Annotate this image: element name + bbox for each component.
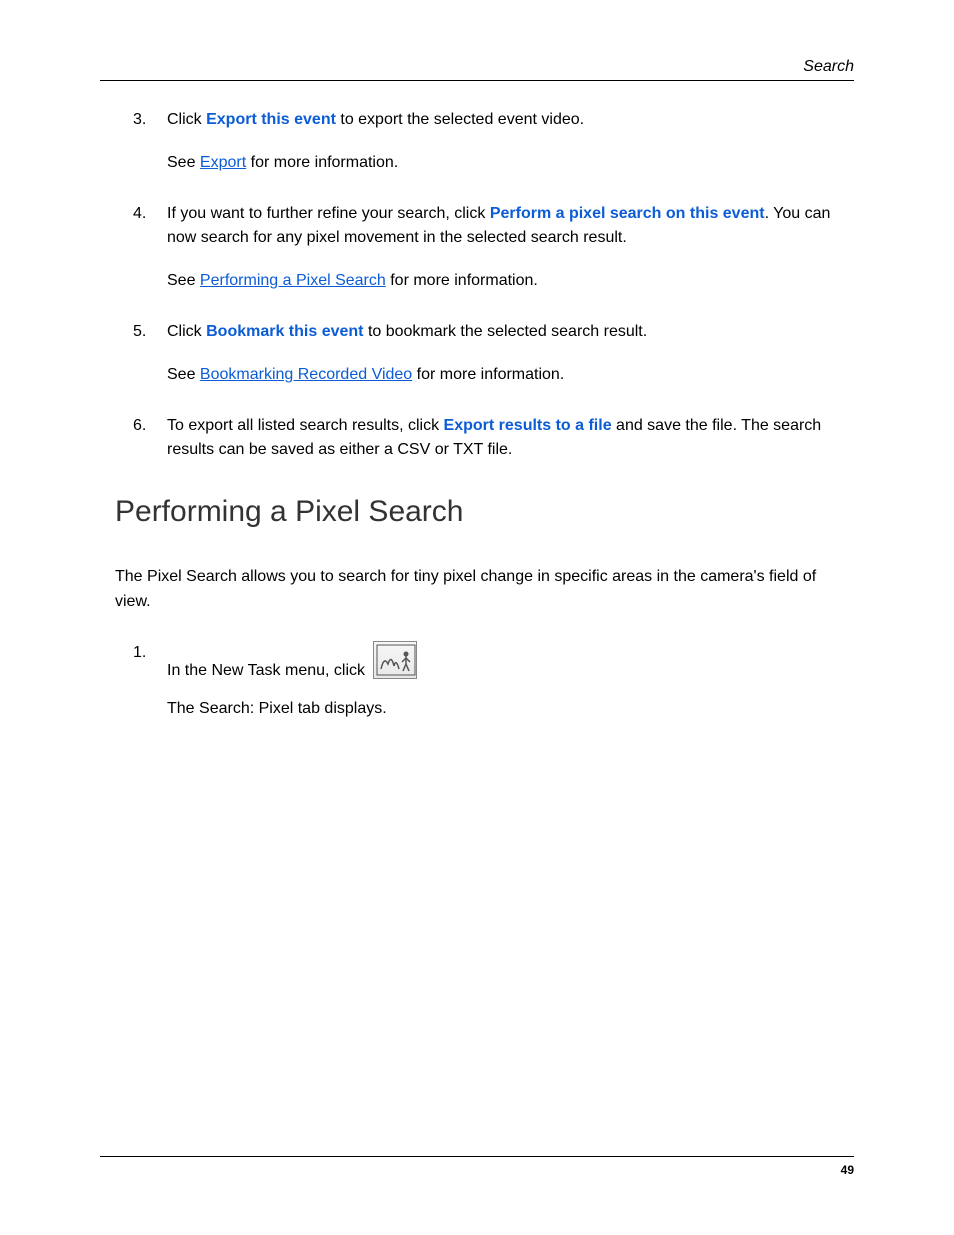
step-text: In the New Task menu, click <box>167 641 854 679</box>
step-text: Click Bookmark this event to bookmark th… <box>167 323 647 340</box>
step-5: 5. Click Bookmark this event to bookmark… <box>115 320 854 388</box>
ui-label-bookmark-event: Bookmark this event <box>206 323 363 340</box>
step-follow: The Search: Pixel tab displays. <box>167 697 854 722</box>
step-number: 4. <box>133 202 146 227</box>
page-content: 3. Click Export this event to export the… <box>115 108 854 748</box>
ui-label-export-event: Export this event <box>206 111 336 128</box>
ui-label-export-results: Export results to a file <box>444 417 612 434</box>
link-pixel-search[interactable]: Performing a Pixel Search <box>200 272 386 289</box>
link-bookmarking[interactable]: Bookmarking Recorded Video <box>200 366 412 383</box>
section-heading: Performing a Pixel Search <box>115 495 854 529</box>
procedure-list-2: 1. In the New Task menu, click <box>115 641 854 722</box>
step-3: 3. Click Export this event to export the… <box>115 108 854 176</box>
link-export[interactable]: Export <box>200 154 246 171</box>
step-4: 4. If you want to further refine your se… <box>115 202 854 294</box>
pixel-search-icon <box>373 641 417 679</box>
ui-label-pixel-search: Perform a pixel search on this event <box>490 205 765 222</box>
step-text: If you want to further refine your searc… <box>167 205 830 247</box>
page-number: 49 <box>841 1163 854 1177</box>
step-text: To export all listed search results, cli… <box>167 417 821 459</box>
page-header-section: Search <box>803 58 854 76</box>
step-see-also: See Export for more information. <box>167 151 854 176</box>
step-text: Click Export this event to export the se… <box>167 111 584 128</box>
step-see-also: See Bookmarking Recorded Video for more … <box>167 363 854 388</box>
step-see-also: See Performing a Pixel Search for more i… <box>167 269 854 294</box>
section-intro: The Pixel Search allows you to search fo… <box>115 565 854 615</box>
step-number: 5. <box>133 320 146 345</box>
header-rule <box>100 80 854 81</box>
step-number: 3. <box>133 108 146 133</box>
footer-rule <box>100 1156 854 1157</box>
step-number: 1. <box>133 641 146 666</box>
step-number: 6. <box>133 414 146 439</box>
procedure-list: 3. Click Export this event to export the… <box>115 108 854 463</box>
step-6: 6. To export all listed search results, … <box>115 414 854 464</box>
step-1: 1. In the New Task menu, click <box>115 641 854 722</box>
